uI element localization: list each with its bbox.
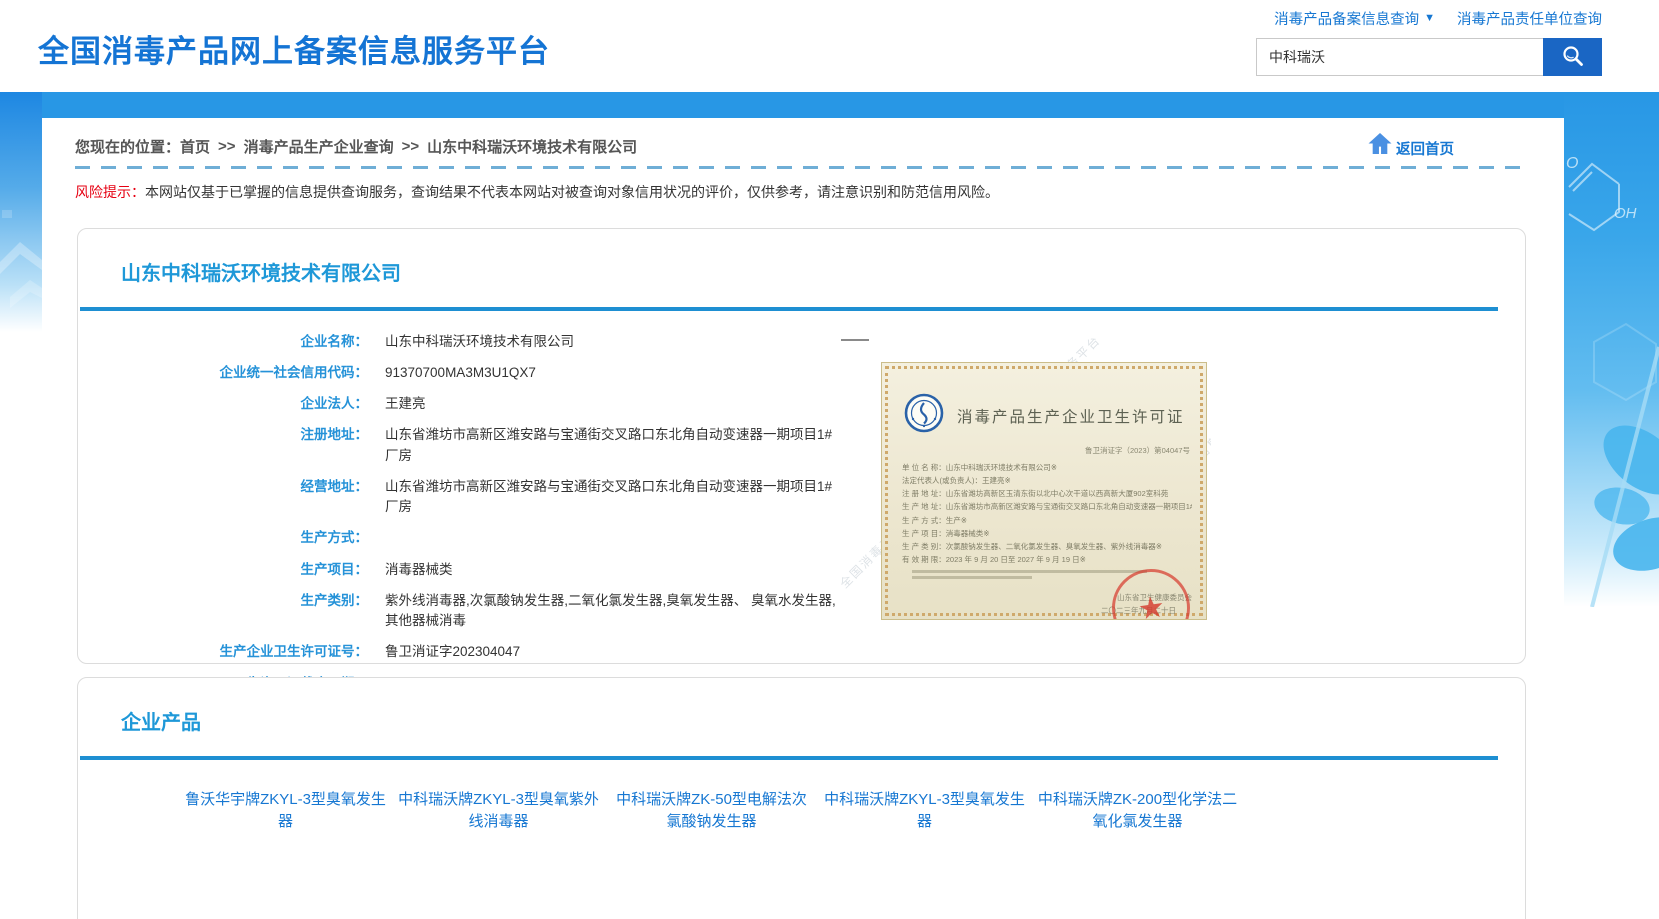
field-label: 企业统一社会信用代码： (78, 363, 368, 383)
field-label: 生产企业卫生许可证号： (78, 642, 368, 662)
field-label: 经营地址： (78, 477, 368, 518)
certificate-top-dash (841, 339, 869, 341)
product-link[interactable]: 中科瑞沃牌ZK-50型电解法次氯酸钠发生器 (609, 789, 814, 833)
search-icon (1561, 44, 1585, 71)
certificate-title: 消毒产品生产企业卫生许可证 (957, 405, 1185, 427)
content-panel: 您现在的位置： 首页 >> 消毒产品生产企业查询 >> 山东中科瑞沃环境技术有限… (42, 118, 1564, 919)
field-value: 鲁卫消证字202304047 (385, 642, 520, 662)
site-title: 全国消毒产品网上备案信息服务平台 (38, 26, 550, 71)
product-link[interactable]: 鲁沃华宇牌ZKYL-3型臭氧发生器 (183, 789, 388, 833)
certificate-line: 有 效 期 限：2023 年 9 月 20 日至 2027 年 9 月 19 日… (902, 553, 1192, 566)
breadcrumb-prefix: 您现在的位置： (75, 136, 180, 157)
field-row: 企业统一社会信用代码： 91370700MA3M3U1QX7 (78, 357, 1525, 388)
certificate-line: 生 产 项 目：消毒器械类※ (902, 527, 1192, 540)
certificate-fine-print (912, 576, 1032, 579)
certificate-emblem-icon (904, 393, 944, 438)
certificate-line: 生 产 方 式：生产※ (902, 514, 1192, 527)
banner-band (0, 92, 1659, 118)
product-link[interactable]: 中科瑞沃牌ZK-200型化学法二氧化氯发生器 (1035, 789, 1240, 833)
breadcrumb-separator: >> (402, 138, 420, 155)
field-label: 企业名称： (78, 332, 368, 352)
certificate-line: 注 册 地 址：山东省潍坊高新区玉清东街以北中心次干道以西高新大厦902室科苑 (902, 487, 1192, 500)
certificate-header: 消毒产品生产企业卫生许可证 (904, 393, 1190, 438)
top-nav: 消毒产品备案信息查询 ▼ 消毒产品责任单位查询 (1242, 8, 1602, 29)
search-input[interactable] (1256, 38, 1543, 76)
field-row: 企业名称： 山东中科瑞沃环境技术有限公司 (78, 326, 1525, 357)
products-card-title: 企业产品 (121, 706, 1525, 735)
field-row: 生产项目： 消毒器械类 (78, 554, 1525, 585)
products-card: 企业产品 鲁沃华宇牌ZKYL-3型臭氧发生器 中科瑞沃牌ZKYL-3型臭氧紫外线… (77, 677, 1526, 919)
product-link[interactable]: 中科瑞沃牌ZKYL-3型臭氧发生器 (822, 789, 1027, 833)
breadcrumb-current: 山东中科瑞沃环境技术有限公司 (427, 136, 637, 157)
breadcrumb-home-link[interactable]: 首页 (180, 136, 210, 157)
seal-star-icon: ★ (1135, 589, 1167, 620)
company-fields: 企业名称： 山东中科瑞沃环境技术有限公司 企业统一社会信用代码： 9137070… (78, 326, 1525, 699)
home-icon (1367, 132, 1393, 159)
field-label: 注册地址： (78, 425, 368, 466)
field-row: 生产企业卫生许可证号： 鲁卫消证字202304047 (78, 637, 1525, 668)
company-card: 山东中科瑞沃环境技术有限公司 企业名称： 山东中科瑞沃环境技术有限公司 企业统一… (77, 228, 1526, 664)
field-value: 山东中科瑞沃环境技术有限公司 (385, 332, 574, 352)
breadcrumb-category-link[interactable]: 消毒产品生产企业查询 (244, 136, 394, 157)
certificate-red-seal: ★ (1112, 569, 1190, 620)
nav-responsible-unit-query-label: 消毒产品责任单位查询 (1457, 8, 1602, 29)
nav-record-info-query[interactable]: 消毒产品备案信息查询 ▼ (1274, 8, 1435, 29)
field-row: 企业法人： 王建亮 (78, 389, 1525, 420)
field-value: 91370700MA3M3U1QX7 (385, 363, 536, 383)
search-bar (1256, 38, 1602, 76)
field-label: 生产方式： (78, 528, 368, 548)
risk-warning: 风险提示：本网站仅基于已掌握的信息提供查询服务，查询结果不代表本网站对被查询对象… (75, 182, 1531, 202)
license-certificate-image[interactable]: 全国消毒产品网上备案信息服务平台 全国消毒产品网上备案信息服务平台 全国消毒产品… (837, 338, 1211, 620)
field-value: 消毒器械类 (385, 560, 453, 580)
certificate-number: 鲁卫消证字（2023）第04047号 (882, 445, 1190, 456)
risk-warning-label: 风险提示： (75, 184, 145, 200)
molecule-flower-decoration: O OH (1564, 92, 1659, 607)
breadcrumb-separator: >> (218, 138, 236, 155)
field-label: 生产类别： (78, 591, 368, 632)
field-row: 生产类别： 紫外线消毒器,次氯酸钠发生器,二氧化氯发生器,臭氧发生器、 臭氧水发… (78, 585, 1525, 637)
breadcrumb: 您现在的位置： 首页 >> 消毒产品生产企业查询 >> 山东中科瑞沃环境技术有限… (42, 118, 1564, 157)
certificate-fine-print (912, 570, 1147, 573)
certificate-lines: 单 位 名 称：山东中科瑞沃环境技术有限公司※ 法定代表人(或负责人)：王建亮※… (902, 461, 1192, 566)
nav-responsible-unit-query[interactable]: 消毒产品责任单位查询 (1457, 8, 1602, 29)
top-header: 全国消毒产品网上备案信息服务平台 消毒产品备案信息查询 ▼ 消毒产品责任单位查询 (0, 0, 1659, 92)
search-button[interactable] (1543, 38, 1602, 76)
certificate-line: 生 产 类 别：次氯酸钠发生器、二氧化氯发生器、臭氧发生器、紫外线消毒器※ (902, 540, 1192, 553)
field-value: 王建亮 (385, 394, 426, 414)
certificate-body: 消毒产品生产企业卫生许可证 鲁卫消证字（2023）第04047号 单 位 名 称… (881, 362, 1207, 620)
chevron-down-icon: ▼ (1424, 13, 1435, 24)
field-row: 经营地址： 山东省潍坊市高新区潍安路与宝通街交叉路口东北角自动变速器一期项目1#… (78, 471, 1525, 523)
banner-left-decoration (0, 92, 42, 332)
banner-right-strip: O OH (1564, 92, 1659, 607)
dashed-divider (75, 166, 1531, 169)
field-value: 山东省潍坊市高新区潍安路与宝通街交叉路口东北角自动变速器一期项目1#厂房 (385, 477, 843, 518)
svg-text:O: O (1566, 155, 1578, 172)
company-card-divider (80, 307, 1498, 311)
certificate-line: 生 产 地 址：山东省潍坊市高新区潍安路与宝通街交叉路口东北角自动变速器一期项目… (902, 500, 1192, 513)
field-value: 紫外线消毒器,次氯酸钠发生器,二氧化氯发生器,臭氧发生器、 臭氧水发生器,其他器… (385, 591, 843, 632)
header-right: 消毒产品备案信息查询 ▼ 消毒产品责任单位查询 (1242, 8, 1602, 76)
certificate-line: 法定代表人(或负责人)：王建亮※ (902, 474, 1192, 487)
banner-left-strip (0, 92, 42, 332)
field-value: 山东省潍坊市高新区潍安路与宝通街交叉路口东北角自动变速器一期项目1#厂房 (385, 425, 843, 466)
back-home-link[interactable]: 返回首页 (1367, 132, 1454, 159)
svg-text:OH: OH (1614, 205, 1637, 222)
nav-record-info-query-label: 消毒产品备案信息查询 (1274, 8, 1419, 29)
field-label: 企业法人： (78, 394, 368, 414)
field-row: 注册地址： 山东省潍坊市高新区潍安路与宝通街交叉路口东北角自动变速器一期项目1#… (78, 420, 1525, 472)
certificate-line: 单 位 名 称：山东中科瑞沃环境技术有限公司※ (902, 461, 1192, 474)
back-home-label: 返回首页 (1396, 138, 1454, 159)
field-label: 生产项目： (78, 560, 368, 580)
risk-warning-text: 本网站仅基于已掌握的信息提供查询服务，查询结果不代表本网站对被查询对象信用状况的… (145, 184, 999, 200)
field-row: 生产方式： (78, 523, 1525, 554)
company-card-title: 山东中科瑞沃环境技术有限公司 (121, 257, 1525, 286)
product-link[interactable]: 中科瑞沃牌ZKYL-3型臭氧紫外线消毒器 (396, 789, 601, 833)
products-list: 鲁沃华宇牌ZKYL-3型臭氧发生器 中科瑞沃牌ZKYL-3型臭氧紫外线消毒器 中… (78, 760, 1525, 863)
